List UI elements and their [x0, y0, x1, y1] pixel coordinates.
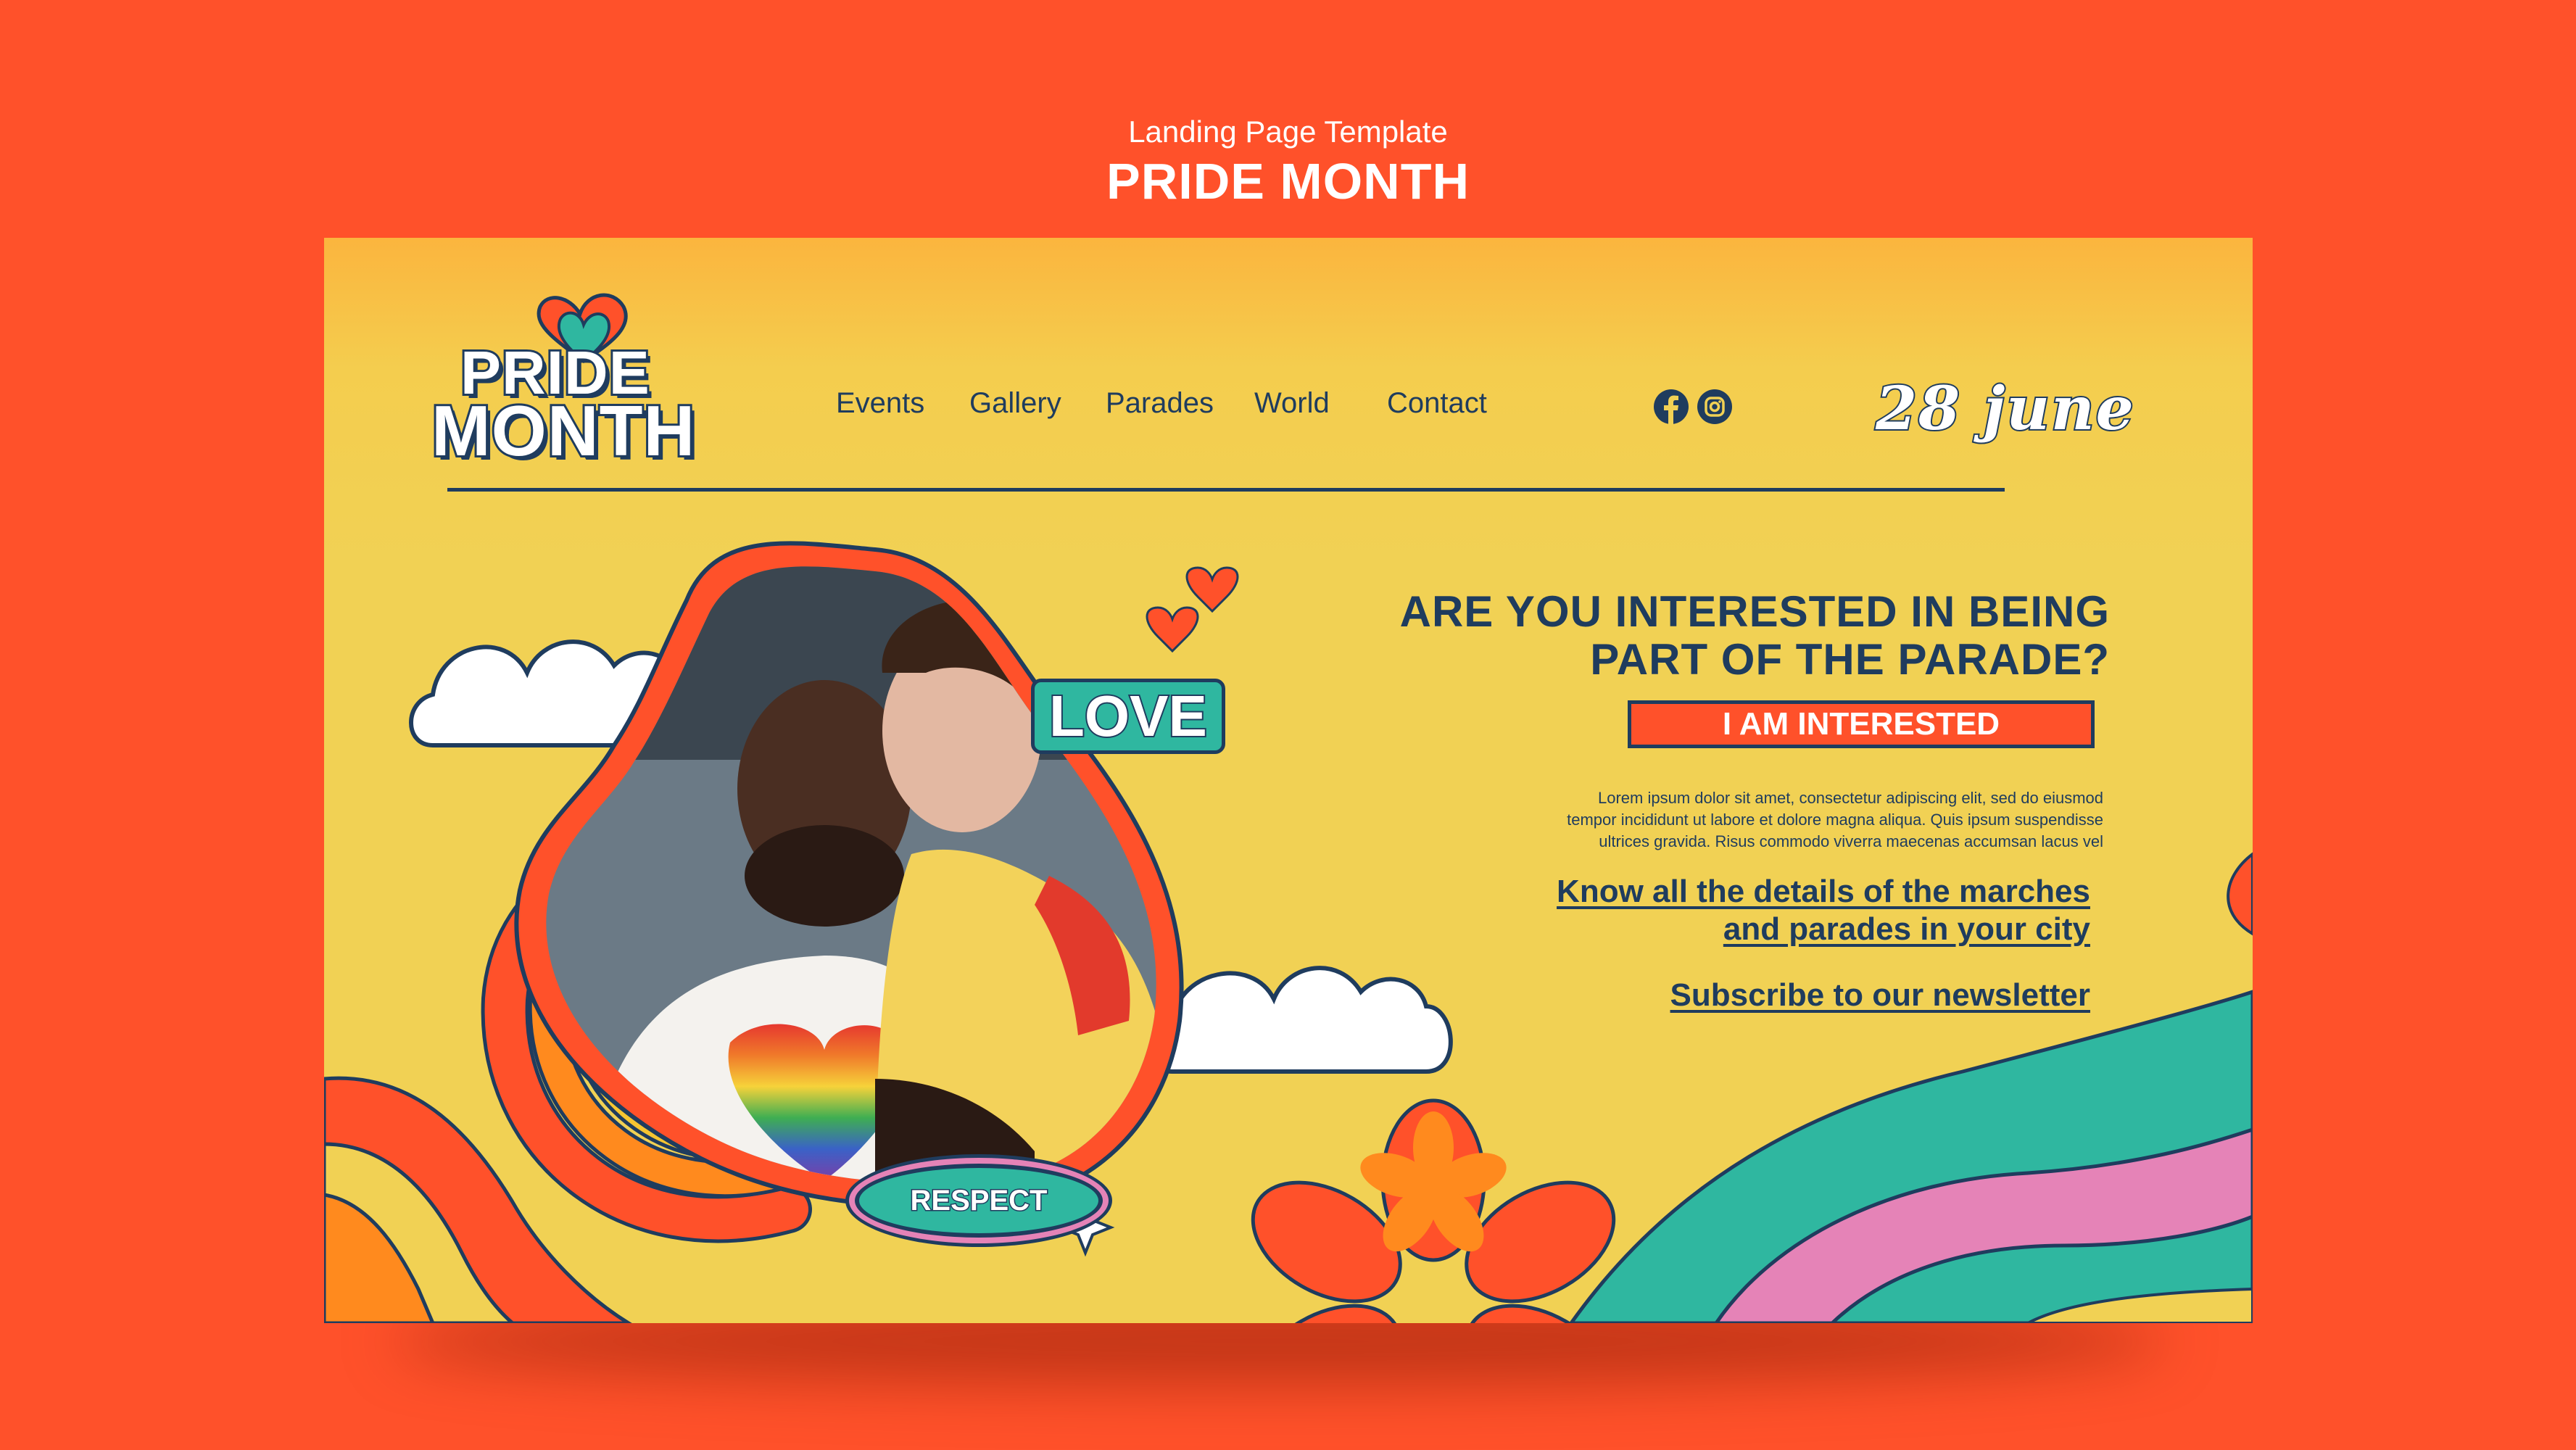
facebook-icon[interactable] — [1653, 389, 1689, 425]
template-title: PRIDE MONTH — [1106, 153, 1470, 210]
template-caption: Landing Page Template — [1128, 115, 1448, 149]
newsletter-link[interactable]: Subscribe to our newsletter — [1438, 977, 2090, 1014]
headline-line-1: ARE YOU INTERESTED IN BEING — [1399, 587, 2110, 636]
nav-world[interactable]: World — [1254, 387, 1330, 420]
love-sticker: LOVE — [1031, 679, 1225, 754]
event-date: 28 june — [1874, 373, 2135, 445]
nav-events[interactable]: Events — [836, 387, 924, 420]
landing-page-card: PRIDE MONTH Events Gallery Parades World… — [324, 238, 2253, 1323]
marches-details-link[interactable]: Know all the details of the marches and … — [1438, 873, 2090, 948]
header-divider — [447, 488, 2005, 492]
body-line-2: tempor incididunt ut labore et dolore ma… — [1567, 811, 2103, 829]
link1-line-1: Know all the details of the marches — [1557, 874, 2090, 909]
instagram-icon[interactable] — [1697, 389, 1733, 425]
logo-line-2: MONTH — [429, 389, 697, 473]
body-line-1: Lorem ipsum dolor sit amet, consectetur … — [1597, 789, 2103, 807]
headline-line-2: PART OF THE PARADE? — [1590, 635, 2110, 684]
nav-contact[interactable]: Contact — [1387, 387, 1487, 420]
nav-gallery[interactable]: Gallery — [969, 387, 1061, 420]
nav-parades[interactable]: Parades — [1106, 387, 1214, 420]
respect-sticker: RESPECT — [855, 1164, 1103, 1238]
body-line-3: ultrices gravida. Risus commodo viverra … — [1599, 832, 2103, 850]
hero-body-text: Lorem ipsum dolor sit amet, consectetur … — [1451, 787, 2103, 853]
link1-line-2: and parades in your city — [1723, 911, 2090, 947]
hero-headline: ARE YOU INTERESTED IN BEING PART OF THE … — [1240, 588, 2110, 684]
interested-button[interactable]: I AM INTERESTED — [1628, 700, 2095, 748]
pride-month-logo[interactable]: PRIDE MONTH — [429, 289, 707, 477]
